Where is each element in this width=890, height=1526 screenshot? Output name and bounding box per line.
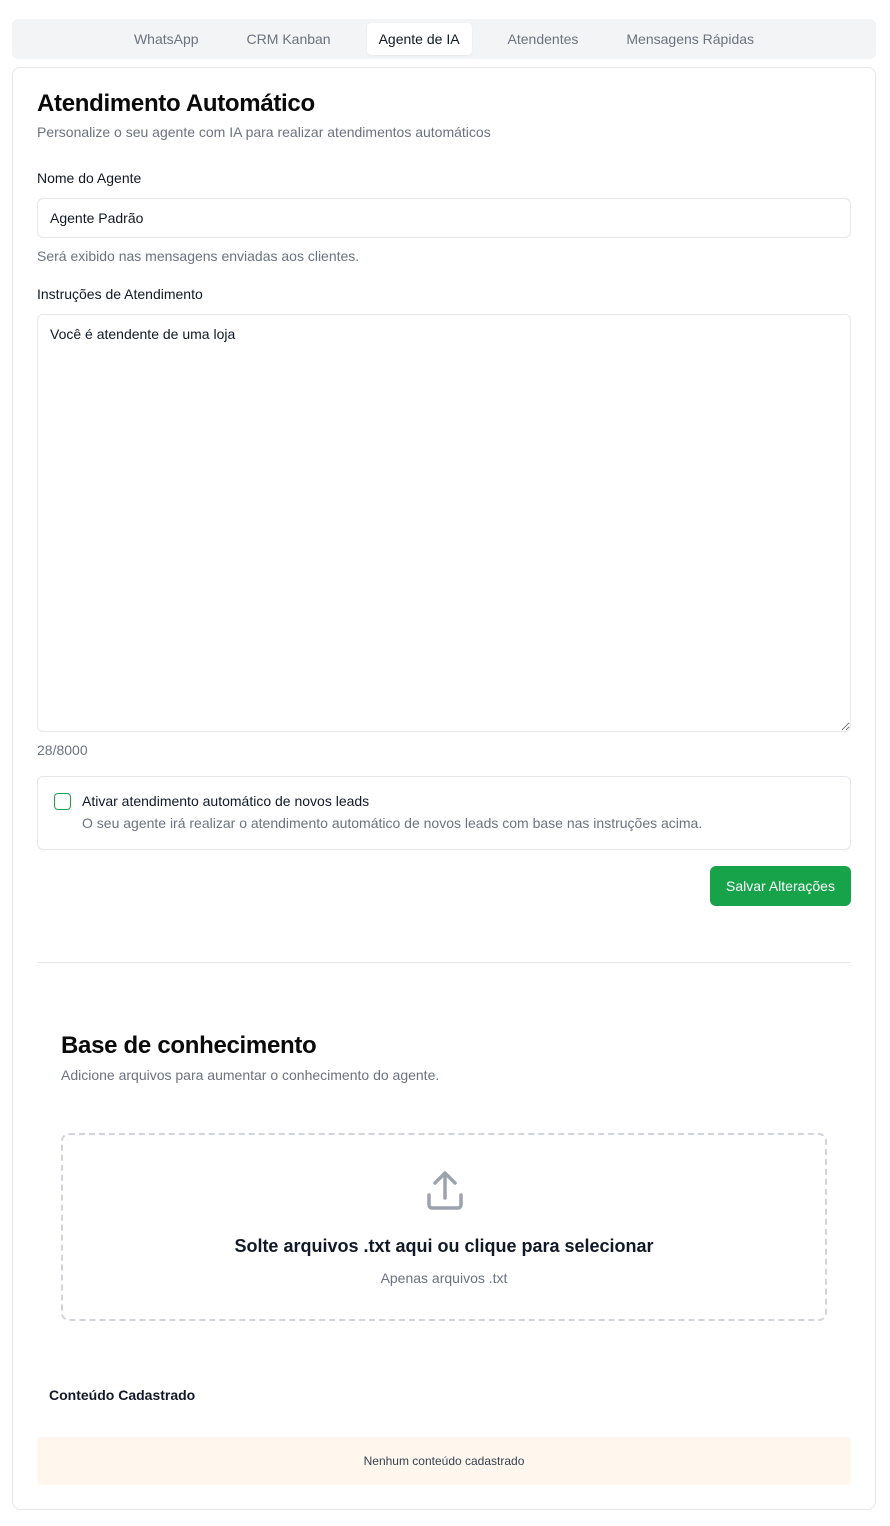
knowledge-base-subtitle: Adicione arquivos para aumentar o conhec… [61, 1067, 440, 1083]
tab-whatsapp[interactable]: WhatsApp [122, 23, 211, 55]
file-dropzone[interactable]: Solte arquivos .txt aqui ou clique para … [61, 1133, 827, 1321]
auto-leads-option: Ativar atendimento automático de novos l… [37, 776, 851, 850]
tab-mensagens-rapidas[interactable]: Mensagens Rápidas [614, 23, 766, 55]
instructions-label: Instruções de Atendimento [37, 286, 203, 302]
character-counter: 28/8000 [37, 742, 88, 758]
agent-settings-card: Atendimento Automático Personalize o seu… [12, 67, 876, 1510]
agent-name-label: Nome do Agente [37, 170, 142, 186]
save-button[interactable]: Salvar Alterações [710, 866, 851, 906]
dropzone-hint: Apenas arquivos .txt [380, 1270, 508, 1286]
dropzone-title: Solte arquivos .txt aqui ou clique para … [234, 1236, 654, 1256]
section-divider [37, 962, 851, 963]
page-title: Atendimento Automático [37, 90, 315, 117]
tab-crm-kanban[interactable]: CRM Kanban [235, 23, 343, 55]
empty-content-message: Nenhum conteúdo cadastrado [37, 1437, 851, 1485]
upload-icon [427, 1171, 463, 1210]
auto-leads-description: O seu agente irá realizar o atendimento … [82, 815, 703, 831]
auto-leads-label[interactable]: Ativar atendimento automático de novos l… [82, 793, 369, 809]
tab-atendentes[interactable]: Atendentes [496, 23, 591, 55]
instructions-textarea[interactable]: Você é atendente de uma loja [37, 314, 851, 732]
tab-bar: WhatsApp CRM Kanban Agente de IA Atenden… [12, 19, 876, 59]
agent-name-input[interactable] [37, 198, 851, 238]
auto-leads-checkbox[interactable] [54, 793, 71, 810]
agent-name-hint: Será exibido nas mensagens enviadas aos … [37, 248, 360, 264]
knowledge-base-title: Base de conhecimento [61, 1032, 317, 1059]
tab-agente-de-ia[interactable]: Agente de IA [366, 23, 472, 55]
registered-content-title: Conteúdo Cadastrado [49, 1387, 196, 1403]
page-subtitle: Personalize o seu agente com IA para rea… [37, 124, 491, 140]
